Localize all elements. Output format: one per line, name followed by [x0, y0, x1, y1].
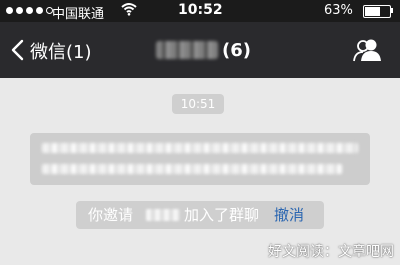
chat-header: 微信(1) (6) [0, 22, 400, 78]
clock: 10:52 [178, 2, 223, 18]
undo-link[interactable]: 撤消 [274, 201, 304, 229]
wifi-icon [121, 3, 137, 16]
chevron-left-icon[interactable] [10, 39, 24, 61]
battery-percent: 63% [324, 3, 353, 18]
back-button[interactable]: 微信(1) [30, 38, 92, 64]
battery-icon [363, 5, 391, 18]
blurred-line [42, 143, 358, 153]
member-count: (6) [222, 39, 251, 61]
invite-suffix: 加入了群聊 [184, 206, 260, 224]
message-timestamp: 10:51 [172, 94, 224, 114]
blurred-line [42, 164, 342, 174]
battery-level [365, 7, 380, 16]
blurred-invitee-name [146, 209, 180, 221]
status-bar: 中国联通 10:52 63% [0, 0, 400, 22]
battery-tip [391, 8, 393, 13]
invite-prefix: 你邀请 [88, 206, 134, 224]
signal-strength-icon [6, 7, 53, 14]
group-title: (6) [156, 38, 251, 62]
group-contacts-icon[interactable] [352, 37, 382, 63]
blurred-system-notice [30, 133, 370, 185]
invite-notice: 你邀请 加入了群聊 撤消 [76, 201, 324, 229]
blurred-group-name [156, 41, 218, 59]
watermark: 好文阅读：文章吧网 [268, 244, 394, 260]
carrier-label: 中国联通 [52, 7, 105, 22]
